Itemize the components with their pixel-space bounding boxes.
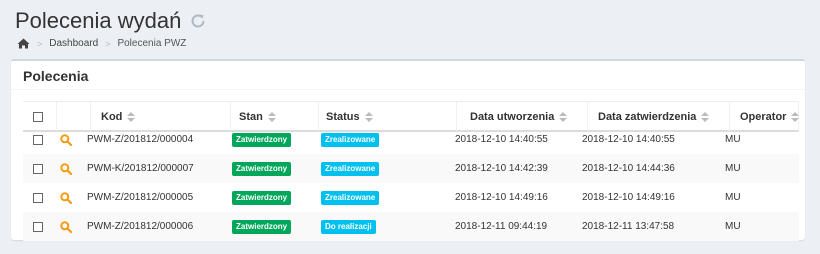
row-operator: MU <box>725 163 741 174</box>
row-checkbox-cell <box>33 125 43 154</box>
row-stan: Zatwierdzony <box>232 183 292 212</box>
status-badge: Zrealizowane <box>321 132 380 147</box>
sort-icon <box>364 111 373 122</box>
stan-badge: Zatwierdzony <box>232 190 292 205</box>
row-data-zatwierdzenia: 2018-12-11 13:47:58 <box>582 221 675 232</box>
row-checkbox-cell <box>33 183 43 212</box>
breadcrumb-current: Polecenia PWZ <box>117 38 187 49</box>
stan-badge: Zatwierdzony <box>232 132 292 147</box>
status-badge: Zrealizowane <box>321 161 380 176</box>
row-operator: MU <box>725 192 741 203</box>
column-data-utworzenia-label: Data utworzenia <box>470 110 555 123</box>
select-all-checkbox[interactable] <box>33 111 43 122</box>
view-cell <box>60 125 73 154</box>
row-data-utworzenia: 2018-12-11 09:44:19 <box>455 221 548 232</box>
stan-badge: Zatwierdzony <box>232 161 292 176</box>
row-kod: PWM-Z/201812/000005 <box>87 192 194 203</box>
sort-icon <box>791 111 800 122</box>
column-status-label: Status <box>326 110 360 123</box>
row-operator: MU <box>725 134 741 145</box>
breadcrumb-separator: > <box>105 38 111 49</box>
sort-icon <box>127 111 136 122</box>
row-checkbox[interactable] <box>33 192 43 203</box>
row-data-utworzenia: 2018-12-10 14:42:39 <box>455 163 548 174</box>
row-checkbox[interactable] <box>33 163 43 174</box>
column-stan-label: Stan <box>239 110 263 123</box>
status-badge: Do realizacji <box>321 219 376 234</box>
sort-icon <box>559 111 568 122</box>
magnifier-icon[interactable] <box>60 162 73 175</box>
row-data-zatwierdzenia: 2018-12-10 14:44:36 <box>582 163 675 174</box>
row-stan: Zatwierdzony <box>232 212 292 241</box>
view-cell <box>60 183 73 212</box>
row-status: Zrealizowane <box>321 125 380 154</box>
view-cell <box>60 212 73 241</box>
magnifier-icon[interactable] <box>60 133 73 146</box>
row-checkbox[interactable] <box>33 134 43 145</box>
page-header: Polecenia wydań <box>15 8 206 34</box>
breadcrumb: > Dashboard > Polecenia PWZ <box>17 38 186 49</box>
sort-icon <box>701 111 710 122</box>
column-data-zatwierdzenia-label: Data zatwierdzenia <box>598 110 697 123</box>
box-title: Polecenia <box>23 68 89 84</box>
row-data-utworzenia: 2018-12-10 14:40:55 <box>455 134 548 145</box>
column-kod-label: Kod <box>101 110 123 123</box>
status-badge: Zrealizowane <box>321 190 380 205</box>
row-kod: PWM-K/201812/000007 <box>87 163 194 174</box>
view-cell <box>60 154 73 183</box>
row-data-zatwierdzenia: 2018-12-10 14:40:55 <box>582 134 675 145</box>
table-row[interactable]: PWM-Z/201812/000005 Zatwierdzony Zrealiz… <box>23 183 799 212</box>
stan-badge: Zatwierdzony <box>232 219 292 234</box>
table-row[interactable]: PWM-Z/201812/000004 Zatwierdzony Zrealiz… <box>23 125 799 154</box>
row-checkbox[interactable] <box>33 221 43 232</box>
breadcrumb-dashboard[interactable]: Dashboard <box>49 38 98 49</box>
orders-box: Polecenia Kod Stan Status Data utworzeni… <box>11 59 805 241</box>
row-checkbox-cell <box>33 212 43 241</box>
row-kod: PWM-Z/201812/000006 <box>87 221 194 232</box>
page-title: Polecenia wydań <box>15 8 182 33</box>
row-checkbox-cell <box>33 154 43 183</box>
row-operator: MU <box>725 221 741 232</box>
magnifier-icon[interactable] <box>60 220 73 233</box>
column-operator-label: Operator <box>740 110 787 123</box>
magnifier-icon[interactable] <box>60 191 73 204</box>
row-status: Do realizacji <box>321 212 376 241</box>
row-status: Zrealizowane <box>321 183 380 212</box>
box-divider <box>11 89 805 90</box>
row-data-utworzenia: 2018-12-10 14:49:16 <box>455 192 548 203</box>
refresh-icon[interactable] <box>190 13 206 29</box>
row-status: Zrealizowane <box>321 154 380 183</box>
home-icon[interactable] <box>17 38 30 49</box>
row-data-zatwierdzenia: 2018-12-10 14:49:16 <box>582 192 675 203</box>
breadcrumb-separator: > <box>37 38 43 49</box>
table-row[interactable]: PWM-K/201812/000007 Zatwierdzony Zrealiz… <box>23 154 799 183</box>
row-kod: PWM-Z/201812/000004 <box>87 134 194 145</box>
sort-icon <box>267 111 276 122</box>
table-row[interactable]: PWM-Z/201812/000006 Zatwierdzony Do real… <box>23 212 799 241</box>
row-stan: Zatwierdzony <box>232 154 292 183</box>
row-stan: Zatwierdzony <box>232 125 292 154</box>
